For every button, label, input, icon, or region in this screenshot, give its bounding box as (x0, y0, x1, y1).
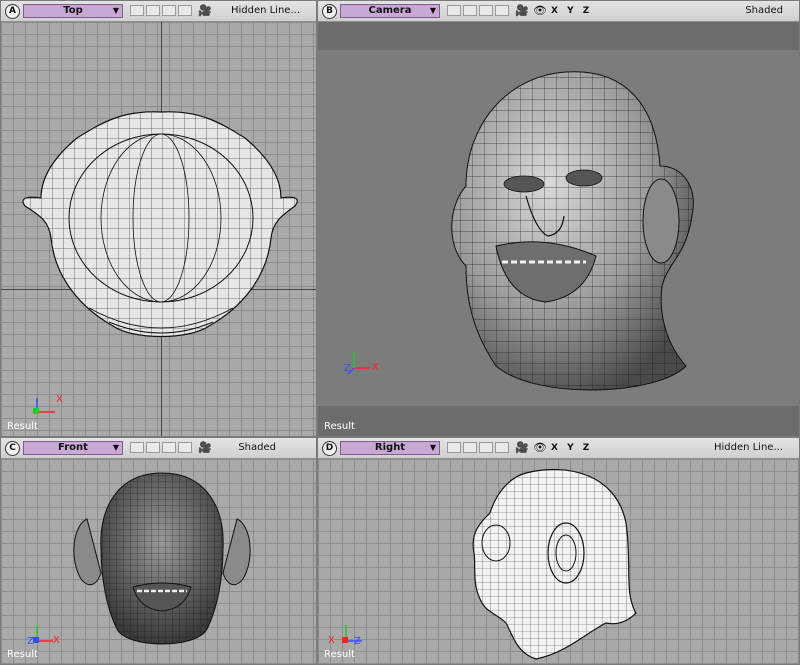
head-mesh-shaded[interactable] (436, 66, 716, 406)
layout-slots (447, 442, 509, 454)
display-mode-menu[interactable]: Hidden Line... (714, 442, 783, 453)
view-dropdown[interactable]: Camera ▼ (340, 4, 440, 18)
layout-slots (130, 442, 192, 454)
layout-slots (130, 5, 192, 17)
xyz-constraint-toggle[interactable]: X Y Z (551, 443, 592, 453)
view-dropdown-label: Front (58, 442, 88, 453)
layout-slot-button[interactable] (130, 442, 144, 453)
viewport-canvas[interactable]: X Z Result (318, 459, 799, 664)
viewport-front[interactable]: C Front ▼ 🎥 Shaded X Z Result (0, 437, 317, 665)
layout-slot-button[interactable] (479, 5, 493, 16)
layout-slot-button[interactable] (495, 5, 509, 16)
axis-x-label: X (328, 635, 335, 646)
axis-x-label: X (53, 635, 60, 646)
axis-z-label: Z (344, 363, 351, 374)
camera-icon[interactable]: 🎥 (515, 4, 529, 17)
camera-icon[interactable]: 🎥 (198, 441, 212, 454)
display-mode-menu[interactable]: Shaded (238, 442, 276, 453)
viewport-canvas[interactable]: X Z Result (1, 459, 316, 664)
eye-icon[interactable]: 👁 (533, 441, 547, 454)
head-mesh-front-view[interactable] (67, 469, 257, 659)
display-mode-menu[interactable]: Hidden Line... (231, 5, 300, 16)
layout-slot-button[interactable] (447, 5, 461, 16)
head-mesh-top-view[interactable] (19, 108, 303, 348)
layout-slot-button[interactable] (479, 442, 493, 453)
view-dropdown-label: Right (374, 442, 406, 453)
layout-slot-button[interactable] (178, 5, 192, 16)
layout-slot-button[interactable] (495, 442, 509, 453)
eye-icon[interactable]: 👁 (533, 4, 547, 17)
result-label: Result (7, 421, 38, 432)
camera-frame-band-top (318, 22, 799, 50)
view-dropdown[interactable]: Front ▼ (23, 441, 123, 455)
triangle-down-icon: ▼ (112, 443, 119, 452)
axis-x-label: X (56, 394, 63, 405)
viewport-toolbar: B Camera ▼ 🎥 👁 X Y Z Shaded (318, 1, 799, 22)
viewport-letter-badge[interactable]: C (5, 441, 20, 456)
viewport-top[interactable]: A Top ▼ 🎥 Hidden Line... X Result (0, 0, 317, 437)
display-mode-menu[interactable]: Shaded (745, 5, 783, 16)
triangle-down-icon: ▼ (429, 6, 436, 15)
result-label: Result (324, 421, 355, 432)
camera-icon[interactable]: 🎥 (198, 4, 212, 17)
viewport-canvas[interactable]: X Result (1, 22, 316, 436)
head-mesh-side-view[interactable] (466, 463, 646, 663)
camera-icon[interactable]: 🎥 (515, 441, 529, 454)
viewport-toolbar: A Top ▼ 🎥 Hidden Line... (1, 1, 316, 22)
viewport-letter-badge[interactable]: D (322, 441, 337, 456)
view-dropdown[interactable]: Right ▼ (340, 441, 440, 455)
result-label: Result (324, 649, 355, 660)
viewport-right[interactable]: D Right ▼ 🎥 👁 X Y Z Hidden Line... X Z R… (317, 437, 800, 665)
view-dropdown-label: Camera (368, 5, 412, 16)
viewport-toolbar: D Right ▼ 🎥 👁 X Y Z Hidden Line... (318, 438, 799, 459)
layout-slots (447, 5, 509, 17)
axis-x-label: X (372, 362, 379, 373)
axis-z-label: Z (27, 636, 34, 647)
layout-slot-button[interactable] (463, 442, 477, 453)
layout-slot-button[interactable] (447, 442, 461, 453)
axis-z-label: Z (354, 636, 361, 647)
result-label: Result (7, 649, 38, 660)
xyz-constraint-toggle[interactable]: X Y Z (551, 6, 592, 16)
layout-slot-button[interactable] (162, 442, 176, 453)
viewport-letter-badge[interactable]: A (5, 4, 20, 19)
layout-slot-button[interactable] (178, 442, 192, 453)
viewport-canvas[interactable]: X Z Result (318, 22, 799, 436)
layout-slot-button[interactable] (146, 442, 160, 453)
camera-frame-band-bottom (318, 406, 799, 436)
viewport-letter-badge[interactable]: B (322, 4, 337, 19)
layout-slot-button[interactable] (146, 5, 160, 16)
triangle-down-icon: ▼ (112, 6, 119, 15)
triangle-down-icon: ▼ (429, 443, 436, 452)
view-dropdown[interactable]: Top ▼ (23, 4, 123, 18)
layout-slot-button[interactable] (463, 5, 477, 16)
layout-slot-button[interactable] (130, 5, 144, 16)
viewport-camera[interactable]: B Camera ▼ 🎥 👁 X Y Z Shaded X Z Result (317, 0, 800, 437)
view-dropdown-label: Top (63, 5, 83, 16)
viewport-toolbar: C Front ▼ 🎥 Shaded (1, 438, 316, 459)
layout-slot-button[interactable] (162, 5, 176, 16)
